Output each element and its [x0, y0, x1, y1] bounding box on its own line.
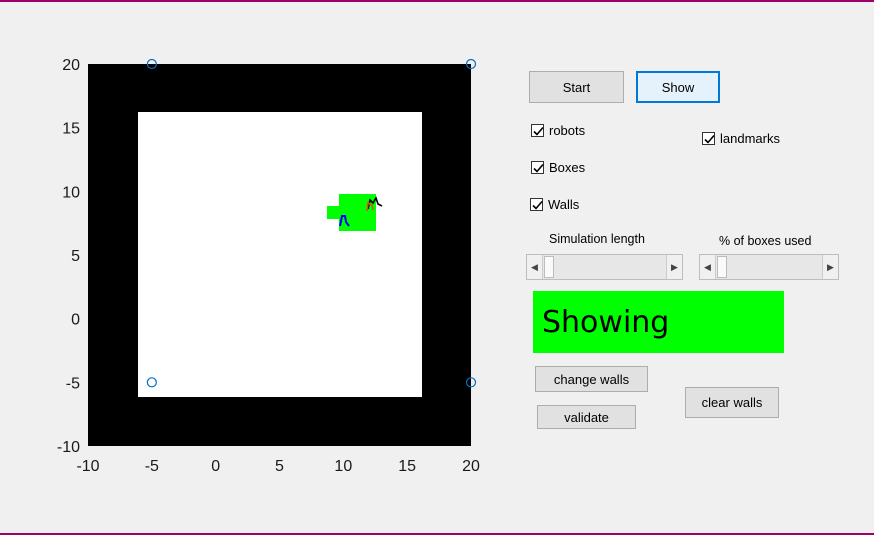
y-tick-label: -5: [66, 375, 80, 392]
checkmark-icon: [532, 200, 543, 210]
box-cell: [327, 206, 340, 219]
walls-checkbox[interactable]: Walls: [530, 197, 579, 212]
robots-checkbox[interactable]: robots: [531, 123, 585, 138]
checkbox-box[interactable]: [531, 124, 544, 137]
simulation-length-slider[interactable]: ◀ ▶: [526, 254, 683, 280]
landmarks-checkbox[interactable]: landmarks: [702, 131, 780, 146]
y-tick-label: 15: [62, 121, 80, 138]
checkbox-box[interactable]: [530, 198, 543, 211]
x-tick-label: 20: [462, 458, 480, 475]
validate-button[interactable]: validate: [537, 405, 636, 429]
pct-boxes-label: % of boxes used: [719, 234, 812, 248]
slider-thumb[interactable]: [717, 256, 727, 278]
status-display: Showing: [533, 291, 784, 353]
arena-floor: [138, 112, 422, 397]
walls-label: Walls: [548, 197, 580, 212]
clear-walls-button[interactable]: clear walls: [685, 387, 779, 418]
slider-right-arrow-icon[interactable]: ▶: [666, 255, 682, 279]
slider-left-arrow-icon[interactable]: ◀: [700, 255, 716, 279]
robots-label: robots: [549, 123, 586, 138]
y-tick-label: 0: [71, 312, 80, 329]
checkbox-box[interactable]: [702, 132, 715, 145]
y-tick-label: 5: [71, 248, 80, 265]
checkmark-icon: [533, 163, 544, 173]
checkmark-icon: [704, 134, 715, 144]
landmarks-label: landmarks: [720, 131, 780, 146]
boxes-checkbox[interactable]: Boxes: [531, 160, 585, 175]
slider-left-arrow-icon[interactable]: ◀: [527, 255, 543, 279]
x-tick-label: 10: [334, 458, 352, 475]
x-tick-label: -5: [145, 458, 159, 475]
x-tick-label: -10: [76, 458, 99, 475]
change-walls-button[interactable]: change walls: [535, 366, 648, 392]
arena-plot[interactable]: -10 -5 0 5 10 15 20 20 15 10 5 0 -5 -10: [0, 2, 500, 502]
y-tick-label: 20: [62, 57, 80, 74]
show-button[interactable]: Show: [636, 71, 720, 103]
x-tick-label: 0: [211, 458, 220, 475]
slider-thumb[interactable]: [544, 256, 554, 278]
x-tick-label: 15: [398, 458, 416, 475]
slider-right-arrow-icon[interactable]: ▶: [822, 255, 838, 279]
start-button[interactable]: Start: [529, 71, 624, 103]
y-tick-label: -10: [57, 439, 80, 456]
x-tick-label: 5: [275, 458, 284, 475]
pct-boxes-slider[interactable]: ◀ ▶: [699, 254, 839, 280]
simulation-length-label: Simulation length: [549, 232, 645, 246]
y-tick-label: 10: [62, 184, 80, 201]
checkmark-icon: [533, 126, 544, 136]
checkbox-box[interactable]: [531, 161, 544, 174]
boxes-label: Boxes: [549, 160, 586, 175]
